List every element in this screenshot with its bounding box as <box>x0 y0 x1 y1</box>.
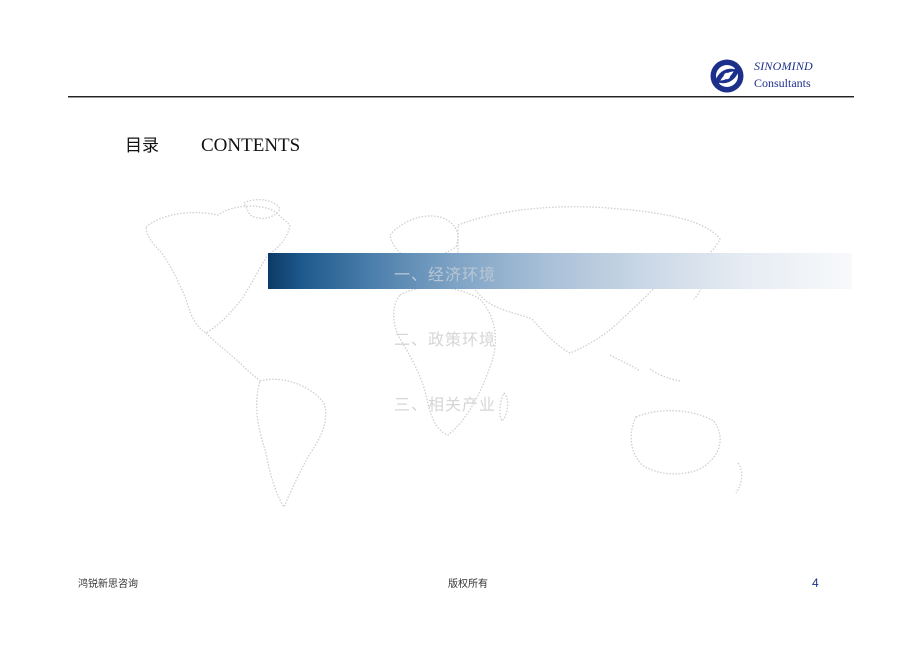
south-america-outline <box>256 378 327 508</box>
page-number: 4 <box>812 576 819 590</box>
toc-item-related-industries[interactable]: 三、相关产业 <box>394 391 496 415</box>
madagascar-outline <box>499 392 509 422</box>
logo-subtitle: Consultants <box>754 76 811 90</box>
greenland-outline <box>243 198 281 220</box>
active-section-highlight <box>268 253 852 289</box>
logo-name: SINOMIND <box>754 59 813 73</box>
footer-copyright: 版权所有 <box>448 579 488 590</box>
footer-company: 鸿锐新思咨询 <box>78 579 138 590</box>
world-map-illustration <box>145 198 743 508</box>
southeast-asia-islands-outline <box>609 354 681 382</box>
central-america-outline <box>205 332 261 382</box>
company-logo: SINOMIND Consultants <box>709 57 849 93</box>
header-divider <box>68 96 854 98</box>
toc-item-economic-environment[interactable]: 一、经济环境 <box>394 261 496 285</box>
new-zealand-outline <box>735 462 743 494</box>
title-cn: 目录 <box>125 136 159 156</box>
sinomind-logo-icon <box>710 59 744 93</box>
page-title: 目录 CONTENTS <box>125 131 300 157</box>
title-en: CONTENTS <box>201 135 301 156</box>
australia-outline <box>630 409 721 475</box>
toc-item-policy-environment[interactable]: 二、政策环境 <box>394 326 496 350</box>
